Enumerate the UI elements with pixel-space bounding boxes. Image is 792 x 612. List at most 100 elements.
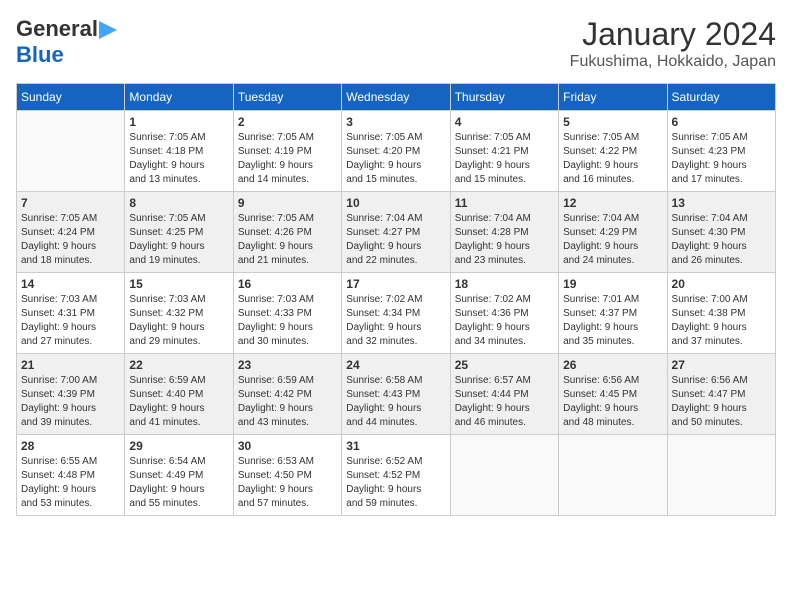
day-info: Sunrise: 7:05 AM Sunset: 4:19 PM Dayligh… — [238, 131, 337, 187]
day-number: 20 — [672, 277, 771, 291]
day-number: 11 — [455, 196, 554, 210]
day-info: Sunrise: 7:04 AM Sunset: 4:28 PM Dayligh… — [455, 212, 554, 268]
calendar-week-row-3: 14 Sunrise: 7:03 AM Sunset: 4:31 PM Dayli… — [17, 273, 776, 354]
day-number: 15 — [129, 277, 228, 291]
day-number: 17 — [346, 277, 445, 291]
calendar-cell: 31Sunrise: 6:52 AM Sunset: 4:52 PM Dayli… — [342, 435, 450, 516]
day-number: 19 — [563, 277, 662, 291]
day-number: 2 — [238, 115, 337, 129]
day-number: 14 — [21, 277, 120, 291]
calendar-cell: 1 Sunrise: 7:05 AM Sunset: 4:18 PM Daylig… — [125, 111, 233, 192]
calendar-cell: 29 Sunrise: 6:54 AM Sunset: 4:49 PM Dayli… — [125, 435, 233, 516]
day-info: Sunrise: 6:56 AM Sunset: 4:47 PM Dayligh… — [672, 374, 771, 430]
day-info: Sunrise: 6:57 AM Sunset: 4:44 PM Dayligh… — [455, 374, 554, 430]
calendar-cell: 28 Sunrise: 6:55 AM Sunset: 4:48 PM Dayli… — [17, 435, 125, 516]
day-number: 6 — [672, 115, 771, 129]
day-info: Sunrise: 7:04 AM Sunset: 4:30 PM Dayligh… — [672, 212, 771, 268]
day-info: Sunrise: 7:05 AM Sunset: 4:23 PM Dayligh… — [672, 131, 771, 187]
weekday-header-saturday: Saturday — [667, 84, 775, 111]
day-info: Sunrise: 7:04 AM Sunset: 4:27 PM Dayligh… — [346, 212, 445, 268]
weekday-header-sunday: Sunday — [17, 84, 125, 111]
calendar-cell: 24 Sunrise: 6:58 AM Sunset: 4:43 PM Dayli… — [342, 354, 450, 435]
day-number: 22 — [129, 358, 228, 372]
weekday-header-friday: Friday — [559, 84, 667, 111]
calendar-cell: 20 Sunrise: 7:00 AM Sunset: 4:38 PM Dayli… — [667, 273, 775, 354]
calendar-cell: 25 Sunrise: 6:57 AM Sunset: 4:44 PM Dayli… — [450, 354, 558, 435]
day-info: Sunrise: 7:00 AM Sunset: 4:38 PM Dayligh… — [672, 293, 771, 349]
calendar-week-row-5: 28 Sunrise: 6:55 AM Sunset: 4:48 PM Dayli… — [17, 435, 776, 516]
calendar-cell — [559, 435, 667, 516]
weekday-header-monday: Monday — [125, 84, 233, 111]
logo-blue: Blue — [16, 42, 64, 67]
day-info: Sunrise: 7:05 AM Sunset: 4:24 PM Dayligh… — [21, 212, 120, 268]
calendar-cell: 7 Sunrise: 7:05 AM Sunset: 4:24 PM Daylig… — [17, 192, 125, 273]
day-number: 12 — [563, 196, 662, 210]
weekday-header-tuesday: Tuesday — [233, 84, 341, 111]
calendar-cell: 10 Sunrise: 7:04 AM Sunset: 4:27 PM Dayli… — [342, 192, 450, 273]
logo-arrow-icon — [99, 19, 119, 41]
day-info: Sunrise: 6:54 AM Sunset: 4:49 PM Dayligh… — [129, 455, 228, 511]
day-info: Sunrise: 6:55 AM Sunset: 4:48 PM Dayligh… — [21, 455, 120, 511]
day-info: Sunrise: 7:05 AM Sunset: 4:18 PM Dayligh… — [129, 131, 228, 187]
day-info: Sunrise: 6:56 AM Sunset: 4:45 PM Dayligh… — [563, 374, 662, 430]
day-info: Sunrise: 7:05 AM Sunset: 4:21 PM Dayligh… — [455, 131, 554, 187]
day-info: Sunrise: 6:52 AM Sunset: 4:52 PM Dayligh… — [346, 455, 445, 511]
calendar-cell: 16 Sunrise: 7:03 AM Sunset: 4:33 PM Dayli… — [233, 273, 341, 354]
day-info: Sunrise: 7:03 AM Sunset: 4:33 PM Dayligh… — [238, 293, 337, 349]
calendar-cell: 6 Sunrise: 7:05 AM Sunset: 4:23 PM Daylig… — [667, 111, 775, 192]
day-number: 29 — [129, 439, 228, 453]
subtitle: Fukushima, Hokkaido, Japan — [570, 53, 776, 71]
calendar-cell: 26Sunrise: 6:56 AM Sunset: 4:45 PM Dayli… — [559, 354, 667, 435]
day-number: 21 — [21, 358, 120, 372]
weekday-header-row: SundayMondayTuesdayWednesdayThursdayFrid… — [17, 84, 776, 111]
logo-general: General — [16, 16, 98, 42]
day-number: 25 — [455, 358, 554, 372]
calendar-week-row-2: 7 Sunrise: 7:05 AM Sunset: 4:24 PM Daylig… — [17, 192, 776, 273]
calendar-week-row-1: 1 Sunrise: 7:05 AM Sunset: 4:18 PM Daylig… — [17, 111, 776, 192]
day-info: Sunrise: 6:59 AM Sunset: 4:40 PM Dayligh… — [129, 374, 228, 430]
calendar-cell — [667, 435, 775, 516]
calendar-cell: 22 Sunrise: 6:59 AM Sunset: 4:40 PM Dayli… — [125, 354, 233, 435]
day-number: 3 — [346, 115, 445, 129]
day-number: 30 — [238, 439, 337, 453]
calendar-cell: 30Sunrise: 6:53 AM Sunset: 4:50 PM Dayli… — [233, 435, 341, 516]
day-info: Sunrise: 6:58 AM Sunset: 4:43 PM Dayligh… — [346, 374, 445, 430]
day-info: Sunrise: 6:59 AM Sunset: 4:42 PM Dayligh… — [238, 374, 337, 430]
calendar-cell: 4 Sunrise: 7:05 AM Sunset: 4:21 PM Daylig… — [450, 111, 558, 192]
day-number: 10 — [346, 196, 445, 210]
calendar-cell: 15 Sunrise: 7:03 AM Sunset: 4:32 PM Dayli… — [125, 273, 233, 354]
calendar-cell: 13Sunrise: 7:04 AM Sunset: 4:30 PM Dayli… — [667, 192, 775, 273]
day-info: Sunrise: 7:00 AM Sunset: 4:39 PM Dayligh… — [21, 374, 120, 430]
day-number: 16 — [238, 277, 337, 291]
calendar-table: SundayMondayTuesdayWednesdayThursdayFrid… — [16, 83, 776, 516]
calendar-cell: 18Sunrise: 7:02 AM Sunset: 4:36 PM Dayli… — [450, 273, 558, 354]
day-info: Sunrise: 7:05 AM Sunset: 4:20 PM Dayligh… — [346, 131, 445, 187]
main-title: January 2024 — [570, 16, 776, 53]
day-number: 27 — [672, 358, 771, 372]
day-info: Sunrise: 7:05 AM Sunset: 4:25 PM Dayligh… — [129, 212, 228, 268]
day-info: Sunrise: 7:04 AM Sunset: 4:29 PM Dayligh… — [563, 212, 662, 268]
calendar-cell: 5Sunrise: 7:05 AM Sunset: 4:22 PM Daylig… — [559, 111, 667, 192]
calendar-cell: 11 Sunrise: 7:04 AM Sunset: 4:28 PM Dayli… — [450, 192, 558, 273]
calendar-cell — [17, 111, 125, 192]
calendar-cell: 8Sunrise: 7:05 AM Sunset: 4:25 PM Daylig… — [125, 192, 233, 273]
calendar-week-row-4: 21 Sunrise: 7:00 AM Sunset: 4:39 PM Dayli… — [17, 354, 776, 435]
logo: General Blue — [16, 16, 120, 68]
calendar-cell: 21 Sunrise: 7:00 AM Sunset: 4:39 PM Dayli… — [17, 354, 125, 435]
day-number: 24 — [346, 358, 445, 372]
day-info: Sunrise: 7:02 AM Sunset: 4:36 PM Dayligh… — [455, 293, 554, 349]
title-block: January 2024 Fukushima, Hokkaido, Japan — [570, 16, 776, 71]
day-info: Sunrise: 7:01 AM Sunset: 4:37 PM Dayligh… — [563, 293, 662, 349]
day-number: 28 — [21, 439, 120, 453]
day-number: 7 — [21, 196, 120, 210]
calendar-cell: 17Sunrise: 7:02 AM Sunset: 4:34 PM Dayli… — [342, 273, 450, 354]
day-number: 1 — [129, 115, 228, 129]
day-number: 5 — [563, 115, 662, 129]
page-header: General Blue January 2024 Fukushima, Hok… — [16, 16, 776, 71]
calendar-cell: 14 Sunrise: 7:03 AM Sunset: 4:31 PM Dayli… — [17, 273, 125, 354]
day-number: 4 — [455, 115, 554, 129]
day-info: Sunrise: 7:03 AM Sunset: 4:31 PM Dayligh… — [21, 293, 120, 349]
day-info: Sunrise: 7:03 AM Sunset: 4:32 PM Dayligh… — [129, 293, 228, 349]
day-number: 9 — [238, 196, 337, 210]
calendar-cell: 27 Sunrise: 6:56 AM Sunset: 4:47 PM Dayli… — [667, 354, 775, 435]
